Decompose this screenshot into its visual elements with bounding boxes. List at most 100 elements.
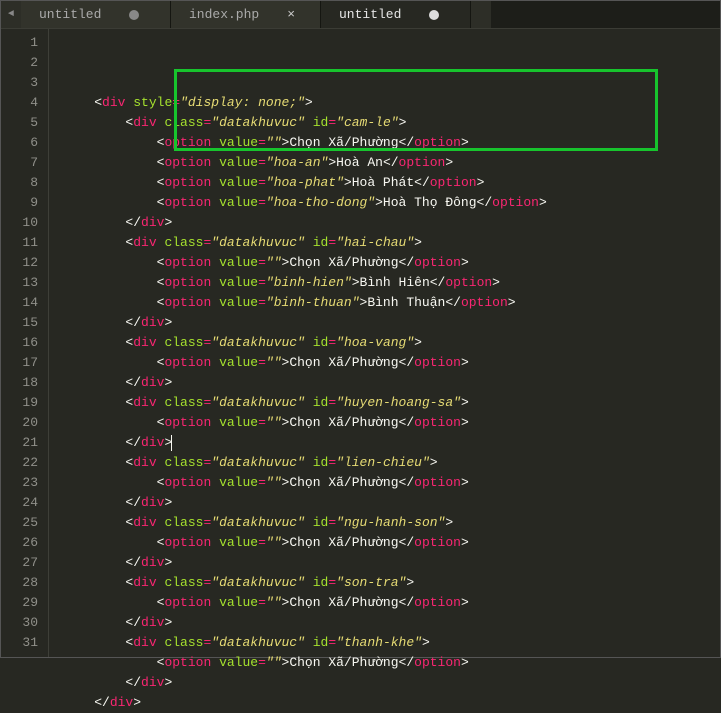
code-line: <div class="datakhuvuc" id="huyen-hoang-… [63,393,547,413]
punct [211,195,219,210]
code-line: </div> [63,213,547,233]
punct: </ [125,615,141,630]
punct: > [305,95,313,110]
operator: = [258,655,266,670]
line-number: 28 [1,573,38,593]
attr-name: id [313,575,329,590]
tab-2[interactable]: untitled [321,1,471,28]
text-content: Hoà Thọ Đông [383,195,477,210]
text-content: Chọn Xã/Phường [289,535,398,550]
attr-name: value [219,415,258,430]
punct: > [461,255,469,270]
line-number: 19 [1,393,38,413]
attr-value: "" [266,475,282,490]
text-content: Bình Thuận [367,295,445,310]
tab-1[interactable]: index.php× [171,1,321,28]
punct: > [164,615,172,630]
line-number: 14 [1,293,38,313]
attr-name: value [219,535,258,550]
code-area[interactable]: <div style="display: none;"> <div class=… [49,29,547,657]
code-line: </div> [63,613,547,633]
tag-name: option [414,415,461,430]
code-line: <option value="">Chọn Xã/Phường</option> [63,473,547,493]
tag-name: div [102,95,125,110]
text-content: Chọn Xã/Phường [289,475,398,490]
code-line: <option value="">Chọn Xã/Phường</option> [63,413,547,433]
tag-name: option [164,535,211,550]
attr-value: "son-tra" [336,575,406,590]
punct: > [133,695,141,710]
attr-name: value [219,175,258,190]
code-line: <option value="hoa-tho-dong">Hoà Thọ Đôn… [63,193,547,213]
punct: > [461,415,469,430]
code-line: </div> [63,373,547,393]
punct [305,395,313,410]
text-content: Chọn Xã/Phường [289,255,398,270]
close-icon[interactable]: × [287,7,295,22]
operator: = [328,115,336,130]
line-number: 20 [1,413,38,433]
punct: </ [125,495,141,510]
punct: > [508,295,516,310]
attr-value: "" [266,355,282,370]
line-number: 29 [1,593,38,613]
line-number: 26 [1,533,38,553]
tag-name: option [430,175,477,190]
code-line: <div class="datakhuvuc" id="lien-chieu"> [63,453,547,473]
text-content: Chọn Xã/Phường [289,355,398,370]
line-number: 30 [1,613,38,633]
punct: > [445,515,453,530]
dirty-dot-icon [129,10,139,20]
punct [305,635,313,650]
tag-name: option [414,535,461,550]
code-line: <option value="">Chọn Xã/Phường</option> [63,133,547,153]
punct [211,415,219,430]
punct: > [328,155,336,170]
punct: </ [383,155,399,170]
attr-value: "cam-le" [336,115,398,130]
tag-name: div [133,335,156,350]
attr-name: class [164,335,203,350]
punct: </ [477,195,493,210]
punct: </ [125,555,141,570]
attr-name: id [313,635,329,650]
code-line: <div class="datakhuvuc" id="ngu-hanh-son… [63,513,547,533]
tag-name: option [492,195,539,210]
punct: </ [125,375,141,390]
line-number: 8 [1,173,38,193]
attr-value: "datakhuvuc" [211,115,305,130]
tab-0[interactable]: untitled [21,1,171,28]
attr-name: value [219,135,258,150]
code-line: </div> [63,673,547,693]
code-line: <option value="">Chọn Xã/Phường</option> [63,533,547,553]
attr-name: style [133,95,172,110]
tag-name: option [164,355,211,370]
line-number: 24 [1,493,38,513]
punct: </ [399,135,415,150]
tag-name: option [414,255,461,270]
attr-value: "" [266,135,282,150]
attr-value: "" [266,535,282,550]
punct [305,455,313,470]
operator: = [328,235,336,250]
attr-name: id [313,455,329,470]
punct: </ [94,695,110,710]
tag-name: option [164,255,211,270]
code-line: <option value="">Chọn Xã/Phường</option> [63,653,547,673]
punct: > [539,195,547,210]
code-line: </div> [63,693,547,713]
text-content: Chọn Xã/Phường [289,415,398,430]
chevron-left-icon: ◄ [8,9,14,20]
line-number: 10 [1,213,38,233]
tab-scroll-right[interactable] [471,1,491,28]
tag-name: div [133,395,156,410]
tag-name: option [164,655,211,670]
attr-value: "hoa-vang" [336,335,414,350]
operator: = [258,295,266,310]
punct [211,295,219,310]
punct: > [164,375,172,390]
tab-bar: ◄ untitledindex.php×untitled [1,1,720,29]
operator: = [258,535,266,550]
attr-name: value [219,195,258,210]
tab-scroll-left[interactable]: ◄ [1,1,21,28]
